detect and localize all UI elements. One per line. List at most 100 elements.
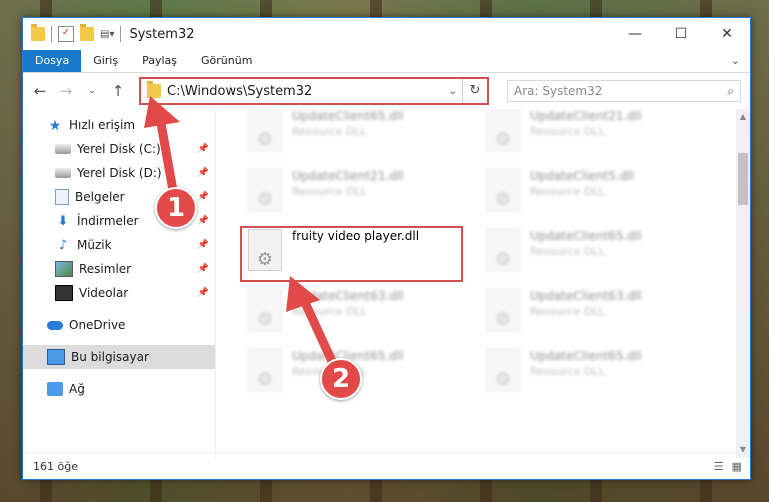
up-button[interactable]: ↑ — [107, 82, 129, 100]
window-controls: — ☐ ✕ — [612, 18, 750, 50]
file-name: UpdateClient63.dll — [292, 289, 404, 303]
file-type: Resource DLL — [292, 305, 367, 318]
pictures-icon — [55, 261, 73, 277]
dll-file-icon: ⚙ — [486, 349, 520, 391]
file-item[interactable]: ⚙UpdateClient65.dllResource DLL — [248, 349, 478, 403]
computer-icon — [47, 349, 65, 365]
video-icon — [55, 285, 73, 301]
sidebar-item-network[interactable]: Ağ — [23, 377, 215, 401]
folder-icon — [147, 81, 161, 98]
maximize-button[interactable]: ☐ — [658, 18, 704, 50]
dll-file-icon: ⚙ — [486, 229, 520, 271]
step-badge-1: 1 — [155, 187, 197, 229]
file-name: UpdateClient21.dll — [292, 169, 404, 183]
details-view-icon[interactable]: ☰ — [714, 460, 724, 473]
window-title: System32 — [129, 26, 195, 42]
file-type: Resource DLL — [530, 185, 605, 198]
search-input[interactable]: Ara: System32 — [514, 84, 602, 98]
network-icon — [47, 382, 63, 396]
cloud-icon — [47, 320, 63, 330]
file-item[interactable]: ⚙ UpdateClient21.dll Resource DLL — [486, 109, 716, 163]
file-type: Resource DLL — [530, 365, 605, 378]
star-icon: ★ — [48, 118, 62, 134]
scroll-up-icon[interactable]: ▲ — [736, 109, 750, 125]
back-button[interactable]: ← — [29, 82, 51, 100]
tab-view[interactable]: Görünüm — [189, 50, 264, 72]
file-item[interactable]: ⚙ UpdateClient21.dll Resource DLL — [248, 169, 478, 223]
navigation-pane: ★ Hızlı erişim Yerel Disk (C:) 📌 Yerel Dis… — [23, 109, 216, 458]
search-icon: ⌕ — [727, 83, 734, 98]
large-icons-view-icon[interactable]: ▦ — [732, 460, 742, 473]
sidebar-item-pictures[interactable]: Resimler 📌 — [23, 257, 215, 281]
dll-file-icon: ⚙ — [486, 169, 520, 211]
file-type: Resource DLL — [292, 125, 367, 138]
sidebar-item-onedrive[interactable]: OneDrive — [23, 313, 215, 337]
download-icon: ⬇ — [57, 214, 69, 229]
properties-icon[interactable]: ✓ — [58, 26, 74, 42]
sidebar-item-label: Videolar — [79, 286, 129, 300]
quick-access-toolbar: ✓ ▤▾ — [23, 24, 122, 42]
pin-icon: 📌 — [197, 288, 209, 298]
refresh-button[interactable]: ↻ — [462, 79, 487, 103]
file-list: ⚙ UpdateClient65.dll Resource DLL ⚙ UpdateC… — [216, 109, 750, 458]
sidebar-item-videos[interactable]: Videolar 📌 — [23, 281, 215, 305]
step-badge-2: 2 — [320, 358, 362, 400]
sidebar-item-label: Hızlı erişim — [69, 118, 136, 132]
sidebar-item-this-pc[interactable]: Bu bilgisayar — [23, 345, 215, 369]
address-dropdown-icon[interactable]: ⌄ — [444, 86, 462, 97]
close-button[interactable]: ✕ — [704, 18, 750, 50]
file-name: UpdateClient21.dll — [530, 109, 642, 123]
tab-share[interactable]: Paylaş — [130, 50, 189, 72]
pin-icon: 📌 — [197, 192, 209, 202]
sidebar-item-label: Belgeler — [75, 190, 125, 204]
customize-toolbar-icon[interactable]: ▤▾ — [100, 29, 114, 40]
dll-file-icon: ⚙ — [248, 109, 282, 151]
file-item[interactable]: ⚙ UpdateClient63.dll Resource DLL — [486, 289, 716, 343]
document-icon — [55, 189, 69, 205]
new-folder-icon[interactable] — [80, 24, 94, 41]
pin-icon: 📌 — [197, 168, 209, 178]
dll-file-icon: ⚙ — [486, 109, 520, 151]
disk-icon — [55, 144, 71, 154]
view-switcher: ☰ ▦ — [714, 460, 742, 473]
address-path[interactable]: C:\Windows\System32 — [167, 84, 444, 99]
pin-icon: 📌 — [197, 240, 209, 250]
navigation-bar: ← → ⌄ ↑ C:\Windows\System32 ⌄ ↻ Ara: Sys… — [23, 73, 750, 109]
dll-file-icon: ⚙ — [248, 289, 282, 331]
file-item[interactable]: ⚙UpdateClient65.dllResource DLL — [248, 109, 478, 163]
folder-icon — [31, 24, 45, 41]
sidebar-item-label: Yerel Disk (C:) — [77, 142, 161, 156]
dll-file-icon: ⚙ — [248, 349, 282, 391]
sidebar-item-label: Müzik — [77, 238, 112, 252]
file-type: Resource DLL — [530, 305, 605, 318]
highlight-box — [240, 226, 463, 282]
file-item[interactable]: ⚙ UpdateClient5.dll Resource DLL — [486, 169, 716, 223]
file-item[interactable]: ⚙ UpdateClient63.dll Resource DLL — [248, 289, 478, 343]
file-name: UpdateClient5.dll — [530, 169, 634, 183]
forward-button[interactable]: → — [55, 82, 77, 100]
recent-locations-icon[interactable]: ⌄ — [81, 86, 103, 96]
tab-file[interactable]: Dosya — [23, 50, 82, 72]
search-box[interactable]: Ara: System32 ⌕ — [507, 80, 741, 102]
sidebar-item-music[interactable]: ♪ Müzik 📌 — [23, 233, 215, 257]
title-bar: ✓ ▤▾ System32 — ☐ ✕ — [23, 18, 750, 50]
dll-file-icon: ⚙ — [248, 169, 282, 211]
scroll-thumb[interactable] — [738, 153, 748, 205]
expand-ribbon-icon[interactable]: ⌄ — [721, 50, 750, 72]
divider — [51, 26, 52, 42]
address-bar[interactable]: C:\Windows\System32 ⌄ ↻ — [139, 77, 489, 105]
file-explorer-window: ✓ ▤▾ System32 — ☐ ✕ Dosya Giriş Paylaş G… — [22, 17, 751, 480]
sidebar-item-quick-access[interactable]: ★ Hızlı erişim — [23, 113, 215, 137]
sidebar-item-local-disk-d[interactable]: Yerel Disk (D:) 📌 — [23, 161, 215, 185]
minimize-button[interactable]: — — [612, 18, 658, 50]
sidebar-item-local-disk-c[interactable]: Yerel Disk (C:) 📌 — [23, 137, 215, 161]
tab-home[interactable]: Giriş — [81, 50, 130, 72]
main-area: ★ Hızlı erişim Yerel Disk (C:) 📌 Yerel Dis… — [23, 109, 750, 458]
ribbon-tabs: Dosya Giriş Paylaş Görünüm ⌄ — [23, 50, 750, 73]
file-item[interactable]: ⚙UpdateClient65.dllResource DLL — [486, 229, 716, 283]
vertical-scrollbar[interactable]: ▲ ▼ — [736, 109, 750, 458]
file-item[interactable]: ⚙UpdateClient65.dllResource DLL — [486, 349, 716, 403]
